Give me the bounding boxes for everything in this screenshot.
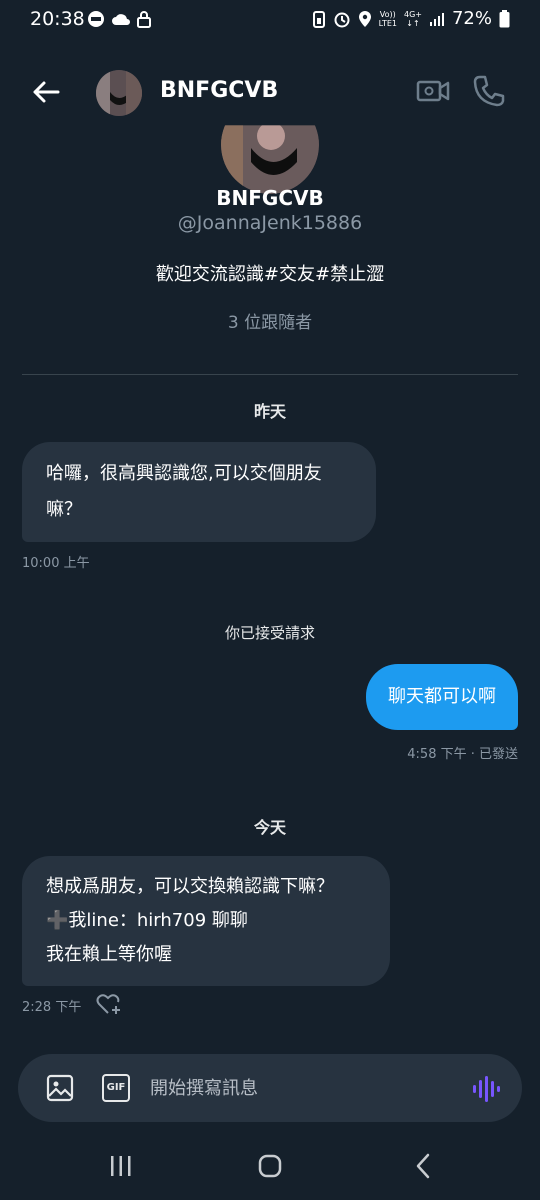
lock-icon — [137, 11, 151, 28]
message-text-line: 嘛？ — [46, 499, 82, 520]
phone-call-icon[interactable] — [472, 74, 506, 108]
status-bar: 20:38 Vo)) LTE1 4G+ ↓↑ 72% — [0, 0, 540, 40]
recent-apps-icon[interactable] — [108, 1154, 134, 1178]
voice-message-icon[interactable] — [470, 1074, 500, 1104]
back-arrow-icon[interactable] — [28, 74, 64, 110]
image-icon[interactable] — [46, 1074, 74, 1102]
profile-handle: @JoannaJenk15886 — [177, 212, 363, 234]
video-call-icon[interactable] — [416, 76, 450, 106]
message-text-line: ➕我line：hirh709 聊聊 — [46, 910, 248, 931]
compose-bar: GIF — [18, 1054, 522, 1122]
battery-icon — [499, 9, 510, 27]
date-separator-yesterday: 昨天 — [253, 402, 286, 421]
heart-add-icon[interactable] — [96, 992, 122, 1016]
line-app-icon — [88, 11, 104, 27]
message-text: 聊天都可以啊 — [388, 686, 496, 707]
alarm-battery-icon — [312, 10, 325, 28]
message-status: 4:58 下午 · 已發送 — [407, 747, 518, 762]
header-avatar[interactable] — [96, 70, 142, 116]
status-time: 20:38 — [30, 8, 85, 30]
outgoing-message-bubble[interactable]: 聊天都可以啊 — [366, 664, 518, 730]
message-text-line: 想成爲朋友，可以交換賴認識下嘛？ — [46, 876, 334, 897]
location-icon — [358, 10, 371, 27]
conversation-header: BNFGCVB — [0, 48, 540, 136]
message-text-line: 哈囉，很高興認識您,可以交個朋友 — [46, 463, 322, 484]
cloud-icon — [112, 14, 130, 25]
battery-percent: 72% — [451, 8, 492, 29]
incoming-message-bubble[interactable]: 哈囉，很高興認識您,可以交個朋友 嘛？ — [22, 442, 376, 542]
message-text-line: 我在賴上等你喔 — [46, 944, 172, 965]
date-separator-today: 今天 — [253, 818, 286, 837]
signal-icon — [429, 12, 444, 26]
avatar-photo — [96, 70, 142, 116]
header-name[interactable]: BNFGCVB — [160, 78, 278, 103]
message-input[interactable] — [150, 1072, 450, 1104]
message-timestamp: 2:28 下午 — [22, 1000, 82, 1015]
status-left-icons — [87, 10, 151, 28]
message-timestamp: 10:00 上午 — [22, 556, 90, 571]
followers-count[interactable]: 3 位跟隨者 — [0, 308, 540, 333]
profile-bio: 歡迎交流認識#交友#禁止澀 — [155, 264, 385, 285]
divider — [22, 374, 518, 375]
gif-button[interactable]: GIF — [102, 1074, 130, 1102]
profile-name: BNFGCVB — [216, 186, 324, 210]
home-icon[interactable] — [258, 1154, 282, 1178]
status-right-icons: Vo)) LTE1 4G+ ↓↑ 72% — [312, 8, 510, 29]
incoming-message-bubble[interactable]: 想成爲朋友，可以交換賴認識下嘛？ ➕我line：hirh709 聊聊 我在賴上等… — [22, 856, 390, 986]
alarm-icon — [334, 12, 350, 27]
network-indicator: 4G+ ↓↑ — [403, 9, 422, 28]
data-arrows-icon: ↓↑ — [406, 18, 420, 28]
request-accepted-notice: 你已接受請求 — [224, 624, 315, 642]
back-nav-icon[interactable] — [412, 1152, 434, 1180]
volte-indicator: Vo)) LTE1 — [378, 9, 397, 28]
